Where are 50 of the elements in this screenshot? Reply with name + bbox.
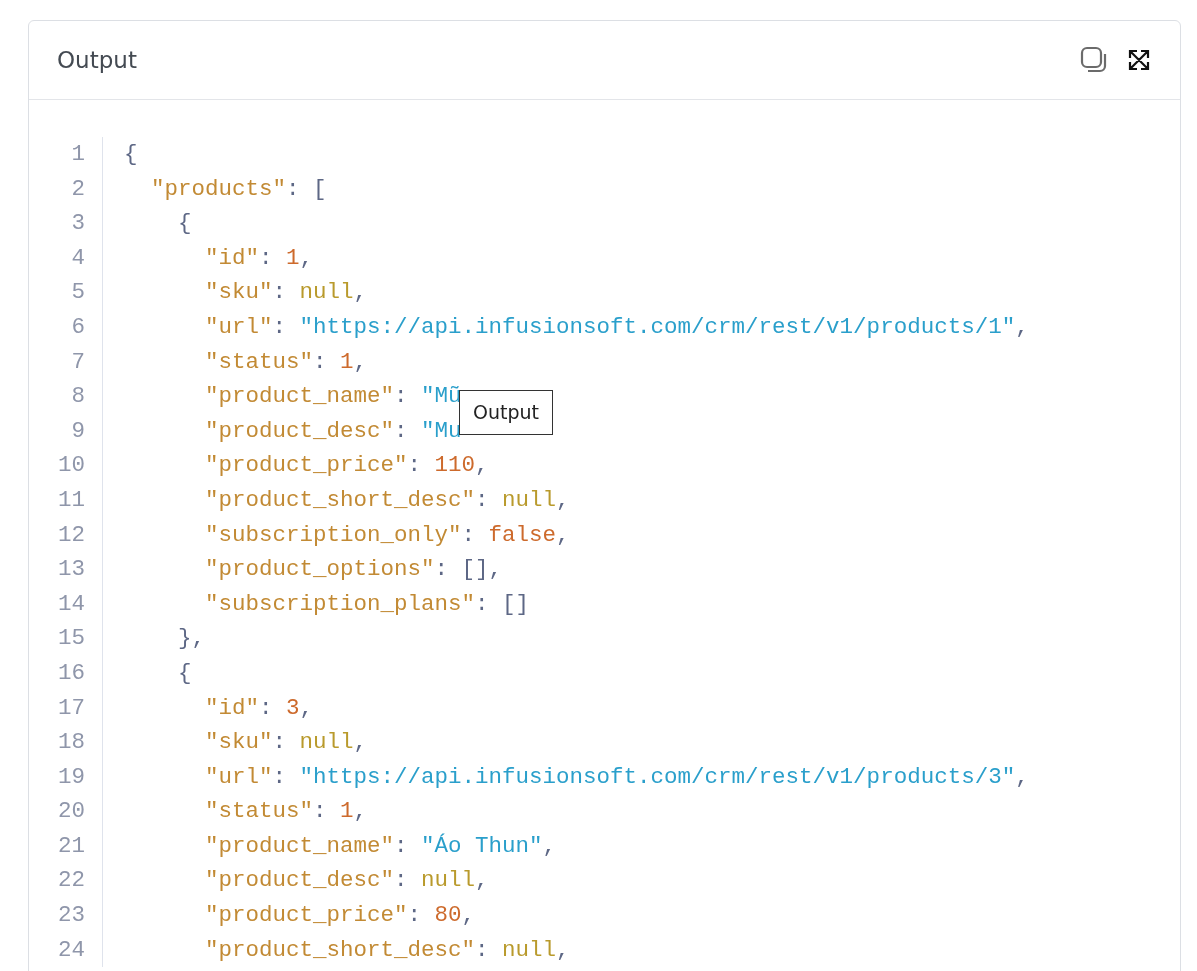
line-number: 16	[58, 658, 85, 688]
line-number: 6	[71, 312, 85, 342]
code-line: "subscription_plans": []	[205, 589, 530, 619]
code-line: "id": 3,	[205, 693, 314, 723]
code-line: "url": "https://api.infusionsoft.com/crm/rest/v1/products/1",	[205, 312, 1029, 342]
panel-title: Output	[57, 45, 137, 75]
code-line: "product_price": 110,	[205, 451, 489, 481]
line-number: 17	[58, 693, 85, 723]
line-number: 19	[58, 762, 85, 792]
line-number: 4	[71, 243, 85, 273]
line-number: 2	[71, 174, 85, 204]
code-line: "subscription_only": false,	[205, 520, 570, 550]
line-number: 23	[58, 901, 85, 931]
line-number: 8	[71, 382, 85, 412]
line-number: 20	[58, 797, 85, 827]
code-line: {	[124, 140, 138, 169]
line-number: 14	[58, 589, 85, 619]
line-number: 10	[58, 451, 85, 481]
line-number: 13	[58, 555, 85, 585]
code-line: "product_desc": null,	[205, 866, 489, 896]
code-line: },	[178, 624, 205, 654]
line-number: 7	[71, 347, 85, 377]
expand-icon[interactable]	[1126, 47, 1152, 73]
code-line: "product_short_desc": null,	[205, 935, 570, 965]
code-line: "status": 1,	[205, 347, 368, 377]
line-number: 5	[71, 278, 85, 308]
code-line: {	[178, 209, 192, 239]
code-line: {	[178, 658, 192, 688]
line-number: 3	[71, 209, 85, 239]
line-number: 21	[58, 831, 85, 861]
code-line: "sku": null,	[205, 728, 368, 758]
code-line: "url": "https://api.infusionsoft.com/crm/rest/v1/products/3",	[205, 762, 1029, 792]
code-line: "status": 1,	[205, 797, 368, 827]
line-number: 15	[58, 624, 85, 654]
line-number: 1	[71, 140, 85, 169]
tooltip: Output	[459, 390, 553, 435]
code-line: "products": [	[151, 174, 327, 204]
code-line: "product_name": "Áo Thun",	[205, 831, 557, 861]
line-number: 12	[58, 520, 85, 550]
code-line: "product_short_desc": null,	[205, 485, 570, 515]
code-line: "id": 1,	[205, 243, 314, 273]
code-line: "product_options": [],	[205, 555, 503, 585]
copy-icon[interactable]	[1080, 46, 1108, 74]
code-line: "product_price": 80,	[205, 901, 476, 931]
line-number: 18	[58, 728, 85, 758]
line-number: 11	[58, 485, 85, 515]
line-number: 9	[71, 416, 85, 446]
code-line: "sku": null,	[205, 278, 368, 308]
line-number: 24	[58, 935, 85, 965]
line-number: 22	[58, 866, 85, 896]
